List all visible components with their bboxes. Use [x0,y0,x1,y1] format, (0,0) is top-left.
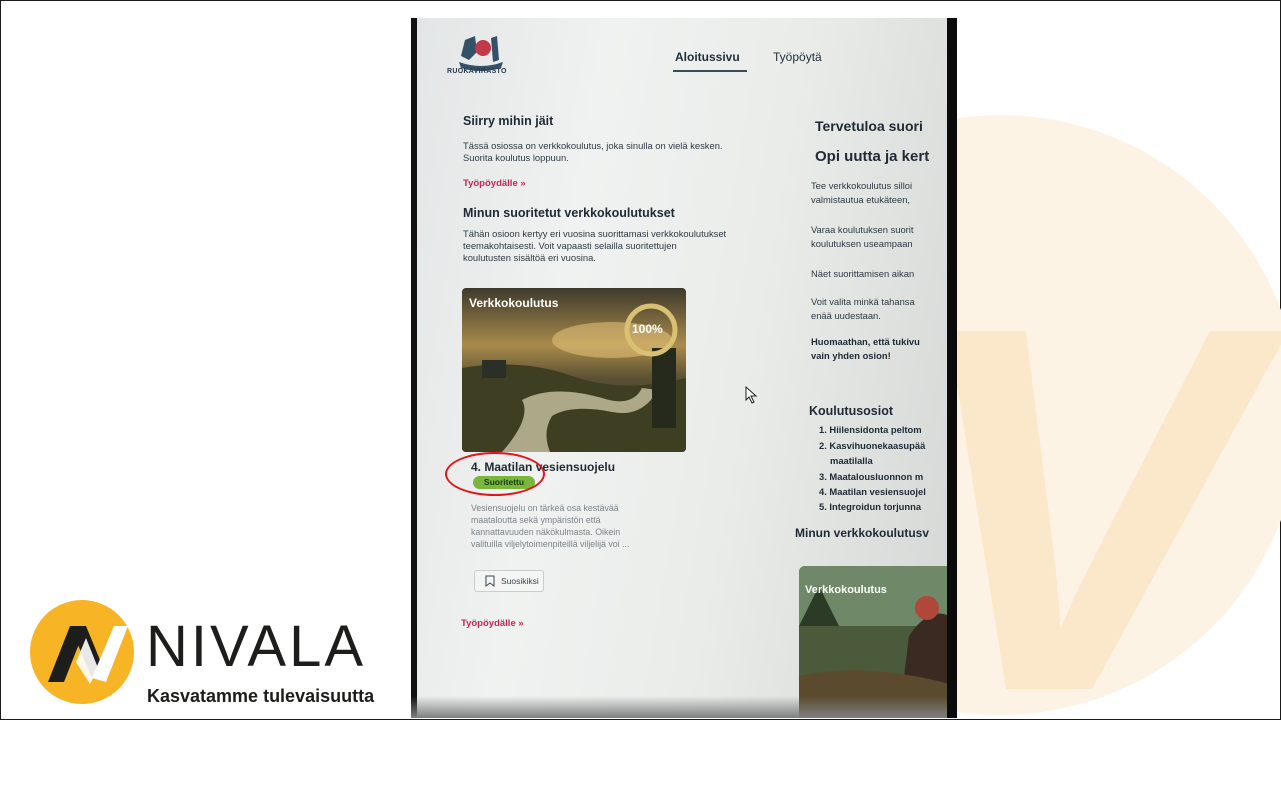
completed-text-3: koulutusten sisältöä eri vuosina. [463,252,596,263]
continue-text-2: Suorita koulutus loppuun. [463,152,569,163]
mouse-cursor-icon [745,386,758,404]
nivala-tagline: Kasvatamme tulevaisuutta [147,686,375,706]
nivala-logo: NIVALA Kasvatamme tulevaisuutta [30,598,400,716]
completed-text-1: Tähän osioon kertyy eri vuosina suoritta… [463,228,727,239]
info-text-1b: valmistautua etukäteen, [811,194,911,205]
welcome-heading: Tervetuloa suori [815,118,923,134]
card-desc-2: maataloutta sekä ympäristön että [471,515,601,525]
completed-text-2: teemakohtaisesti. Voit vapaasti selailla… [463,240,677,251]
background-v-mark: V [905,219,1252,800]
note-text-2: vain yhden osion! [811,350,891,361]
modules-heading: Koulutusosiot [809,404,894,418]
note-text-1: Huomaathan, että tukivu [811,336,920,347]
module-item-2-cont: maatilalla [830,455,873,466]
module-item-1[interactable]: 1. Hiilensidonta peltom [819,424,922,436]
dashboard-link[interactable]: Työpöydälle » [463,178,526,189]
info-text-4a: Voit valita minkä tahansa [811,296,915,307]
card-desc-4: valituilla viljelytoimenpiteillä viljeli… [471,539,630,549]
info-text-2a: Varaa koulutuksen suorit [811,224,914,235]
module-item-5[interactable]: 5. Integroidun torjunna [819,501,921,513]
web-page: RUOKAVIRASTO Aloitussivu Työpöytä Siirry… [417,18,957,718]
monitor-bezel [947,18,957,718]
ruokavirasto-logo-text: RUOKAVIRASTO [447,68,507,75]
screen-bottom-edge [411,696,957,718]
module-item-4[interactable]: 4. Maatilan vesiensuojel [819,486,926,498]
card-2-tag: Verkkokoulutus [805,584,887,596]
card-progress: 100% [632,322,663,336]
nivala-logo-mark [30,600,134,704]
module-item-3[interactable]: 3. Maatalousluonnon m [819,471,923,483]
nav-dashboard-link[interactable]: Työpöytä [773,50,822,64]
card-desc-1: Vesiensuojelu on tärkeä osa kestävää [471,503,619,513]
nav-active-indicator [673,70,747,72]
continue-heading: Siirry mihin jäit [463,114,554,128]
card-tag: Verkkokoulutus [469,296,559,310]
nivala-logo-name: NIVALA [146,614,367,679]
continue-text-1: Tässä osiossa on verkkokoulutus, joka si… [463,140,723,151]
info-text-2b: koulutuksen useampaan [811,238,913,249]
card-desc-3: kannattavuuden näkökulmasta. Oikein [471,527,621,537]
info-text-1a: Tee verkkokoulutus silloi [811,180,913,191]
info-text-4b: enää uudestaan. [811,310,881,321]
completed-heading: Minun suoritetut verkkokoulutukset [463,206,675,220]
module-item-2[interactable]: 2. Kasvihuonekaasupää [819,440,925,452]
ruokavirasto-logo-icon [459,36,503,71]
nav-home-link[interactable]: Aloitussivu [675,50,740,64]
screen-photo: RUOKAVIRASTO Aloitussivu Työpöytä Siirry… [411,18,957,718]
favorite-label: Suosikiksi [501,576,539,586]
highlight-circle [445,452,545,496]
bookmark-icon [485,575,495,587]
favorite-button[interactable]: Suosikiksi [474,570,544,592]
my-courses-heading: Minun verkkokoulutusv [795,526,930,540]
dashboard-link-bottom[interactable]: Työpöydälle » [461,618,524,629]
learn-heading: Opi uutta ja kert [815,148,930,165]
info-text-3: Näet suorittamisen aikan [811,268,915,279]
